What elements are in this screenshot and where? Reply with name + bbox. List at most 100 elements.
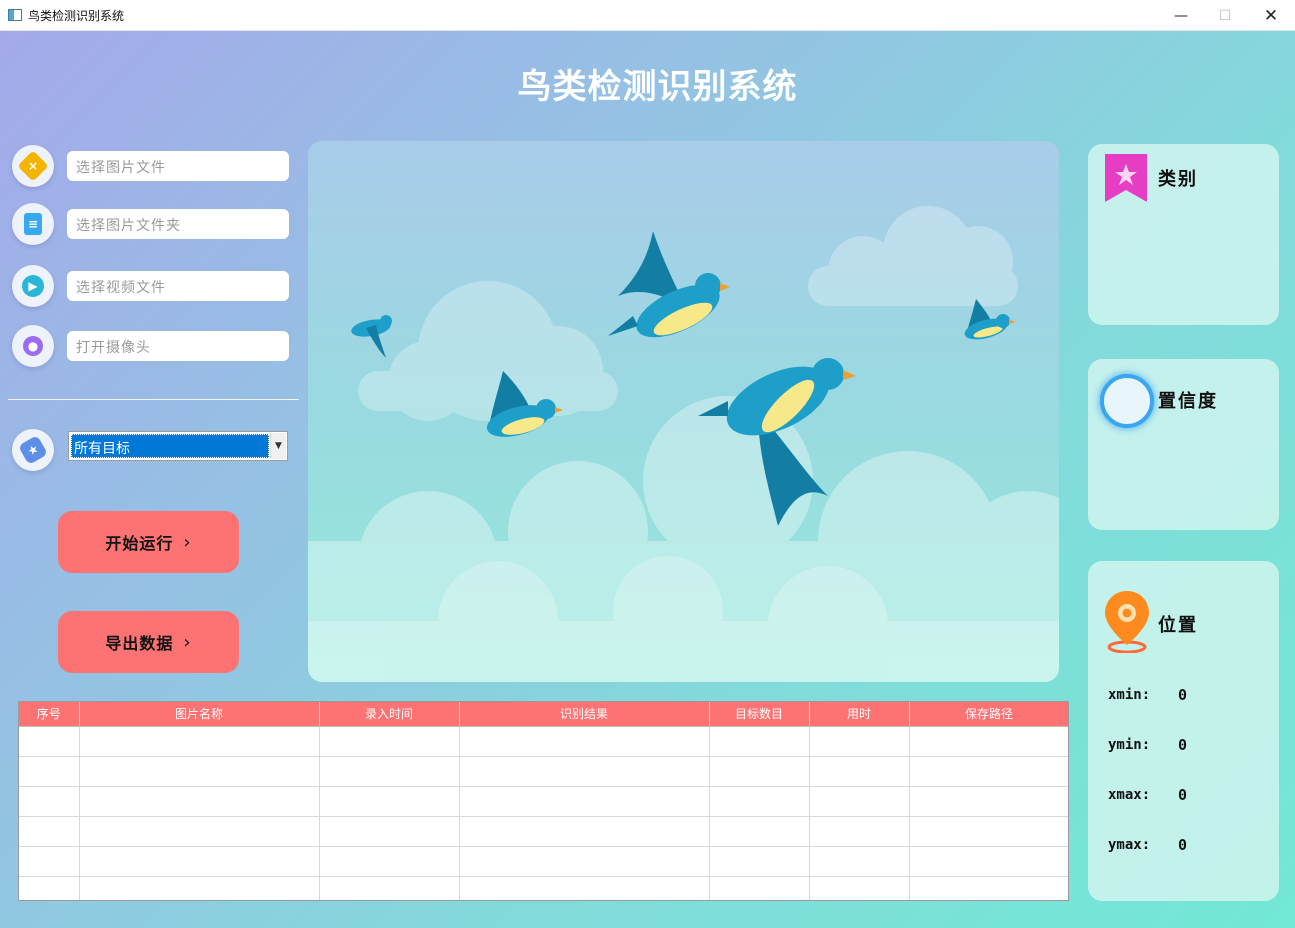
table-cell[interactable] [709, 846, 810, 877]
column-header-result[interactable]: 识别结果 [459, 702, 710, 727]
table-cell[interactable] [459, 786, 710, 817]
circle-gauge-icon [1100, 374, 1154, 428]
column-header-index[interactable]: 序号 [19, 702, 80, 727]
table-cell[interactable] [319, 726, 460, 757]
table-cell[interactable] [459, 846, 710, 877]
table-cell[interactable] [809, 816, 910, 847]
target-select-value: 所有目标 [71, 434, 269, 458]
table-cell[interactable] [19, 786, 80, 817]
table-row[interactable] [19, 816, 1068, 847]
category-panel: 类别 [1088, 144, 1279, 325]
table-cell[interactable] [319, 846, 460, 877]
folder-icon[interactable]: ≡ [12, 203, 54, 245]
column-header-image-name[interactable]: 图片名称 [79, 702, 320, 727]
chevron-down-icon[interactable]: ▼ [270, 433, 286, 459]
table-cell[interactable] [709, 756, 810, 787]
table-row[interactable] [19, 846, 1068, 877]
table-cell[interactable] [79, 876, 320, 900]
table-cell[interactable] [459, 726, 710, 757]
table-cell[interactable] [809, 786, 910, 817]
image-folder-input[interactable]: 选择图片文件夹 [67, 209, 289, 239]
table-cell[interactable] [19, 846, 80, 877]
export-button-label: 导出数据 [105, 634, 174, 653]
table-cell[interactable] [909, 786, 1068, 817]
table-cell[interactable] [79, 756, 320, 787]
table-cell[interactable] [809, 846, 910, 877]
camera-input[interactable]: 打开摄像头 [67, 331, 289, 361]
ymax-label: ymax: [1108, 837, 1151, 853]
category-label: 类别 [1158, 169, 1198, 190]
chevron-right-icon: › [183, 531, 192, 553]
table-cell[interactable] [809, 876, 910, 900]
image-file-input[interactable]: 选择图片文件 [67, 151, 289, 181]
video-file-input[interactable]: 选择视频文件 [67, 271, 289, 301]
table-cell[interactable] [19, 756, 80, 787]
start-button[interactable]: 开始运行 › [58, 511, 239, 573]
ymin-value: 0 [1178, 736, 1188, 754]
table-cell[interactable] [909, 876, 1068, 900]
cloud [808, 206, 1018, 306]
position-panel: 位置 xmin: 0 ymin: 0 xmax: 0 ymax: 0 [1088, 561, 1279, 901]
table-cell[interactable] [709, 876, 810, 900]
xmax-label: xmax: [1108, 787, 1151, 803]
bird [608, 231, 730, 338]
image-display [308, 141, 1059, 682]
app-icon [8, 9, 22, 21]
column-header-time-used[interactable]: 用时 [809, 702, 910, 727]
table-cell[interactable] [79, 726, 320, 757]
column-header-target-count[interactable]: 目标数目 [709, 702, 810, 727]
table-cell[interactable] [19, 816, 80, 847]
table-cell[interactable] [459, 876, 710, 900]
table-row[interactable] [19, 726, 1068, 757]
table-cell[interactable] [909, 846, 1068, 877]
table-cell[interactable] [319, 786, 460, 817]
table-cell[interactable] [319, 756, 460, 787]
main-area: 鸟类检测识别系统 × 选择图片文件 ≡ 选择图片文件夹 ▶ 选择视频文件 ● 打… [0, 31, 1295, 928]
table-cell[interactable] [19, 726, 80, 757]
results-table[interactable]: 序号 图片名称 录入时间 识别结果 目标数目 用时 保存路径 [18, 701, 1069, 901]
table-row[interactable] [19, 876, 1068, 900]
export-button[interactable]: 导出数据 › [58, 611, 239, 673]
table-cell[interactable] [79, 816, 320, 847]
bird-illustration [308, 206, 1059, 682]
xmin-label: xmin: [1108, 687, 1151, 703]
table-cell[interactable] [459, 756, 710, 787]
table-cell[interactable] [79, 846, 320, 877]
image-file-icon[interactable]: × [12, 145, 54, 187]
target-select[interactable]: 所有目标 ▼ [68, 431, 288, 461]
table-cell[interactable] [709, 816, 810, 847]
minimize-button[interactable]: — [1158, 0, 1204, 31]
location-pin-icon [1105, 591, 1149, 653]
table-row[interactable] [19, 756, 1068, 787]
table-body [19, 726, 1068, 900]
table-cell[interactable] [809, 756, 910, 787]
table-cell[interactable] [319, 816, 460, 847]
ymin-label: ymin: [1108, 737, 1151, 753]
table-cell[interactable] [709, 726, 810, 757]
close-button[interactable]: ✕ [1248, 0, 1294, 31]
divider [8, 399, 299, 400]
table-cell[interactable] [909, 726, 1068, 757]
column-header-entry-time[interactable]: 录入时间 [319, 702, 460, 727]
table-cell[interactable] [79, 786, 320, 817]
table-cell[interactable] [459, 816, 710, 847]
camera-icon[interactable]: ● [12, 325, 54, 367]
table-cell[interactable] [909, 816, 1068, 847]
video-icon[interactable]: ▶ [12, 265, 54, 307]
bird [351, 315, 392, 358]
xmin-value: 0 [1178, 686, 1188, 704]
maximize-button[interactable]: ☐ [1202, 0, 1248, 31]
table-cell[interactable] [809, 726, 910, 757]
xmax-value: 0 [1178, 786, 1188, 804]
table-header-row: 序号 图片名称 录入时间 识别结果 目标数目 用时 保存路径 [19, 702, 1068, 727]
table-cell[interactable] [319, 876, 460, 900]
column-header-save-path[interactable]: 保存路径 [909, 702, 1068, 727]
table-row[interactable] [19, 786, 1068, 817]
table-cell[interactable] [19, 876, 80, 900]
page-title: 鸟类检测识别系统 [517, 67, 798, 107]
table-cell[interactable] [709, 786, 810, 817]
start-button-label: 开始运行 [105, 534, 174, 553]
window-title: 鸟类检测识别系统 [28, 9, 125, 23]
table-cell[interactable] [909, 756, 1068, 787]
position-label: 位置 [1158, 615, 1198, 636]
